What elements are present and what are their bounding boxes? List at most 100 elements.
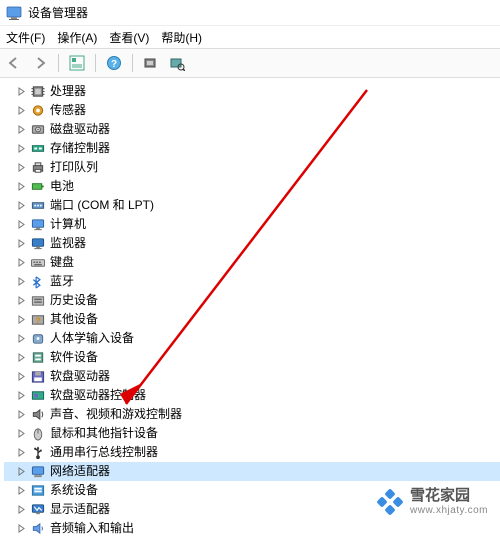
expander-icon[interactable] bbox=[14, 332, 28, 346]
tree-item-software[interactable]: 软件设备 bbox=[4, 348, 500, 367]
floppy-ctrl-icon bbox=[30, 388, 46, 403]
menu-help[interactable]: 帮助(H) bbox=[161, 29, 202, 46]
toolbar: ? bbox=[0, 48, 500, 78]
tree-item-label: 人体学输入设备 bbox=[50, 329, 134, 348]
tree-item-cpu[interactable]: 处理器 bbox=[4, 82, 500, 101]
expander-icon[interactable] bbox=[14, 104, 28, 118]
tree-item-mouse[interactable]: 鼠标和其他指针设备 bbox=[4, 424, 500, 443]
menu-view[interactable]: 查看(V) bbox=[109, 29, 149, 46]
device-manager-icon bbox=[6, 5, 22, 21]
tree-item-floppy-ctrl[interactable]: 软盘驱动器控制器 bbox=[4, 386, 500, 405]
window-title: 设备管理器 bbox=[28, 4, 88, 21]
expander-icon[interactable] bbox=[14, 218, 28, 232]
expander-icon[interactable] bbox=[14, 522, 28, 536]
expander-icon[interactable] bbox=[14, 180, 28, 194]
toolbar-separator bbox=[95, 54, 96, 72]
tree-item-label: 计算机 bbox=[50, 215, 86, 234]
tree-item-label: 软盘驱动器控制器 bbox=[50, 386, 146, 405]
tree-item-sensor[interactable]: 传感器 bbox=[4, 101, 500, 120]
tree-item-keyboard[interactable]: 键盘 bbox=[4, 253, 500, 272]
tree-item-disk[interactable]: 磁盘驱动器 bbox=[4, 120, 500, 139]
expander-icon[interactable] bbox=[14, 427, 28, 441]
tree-item-computer[interactable]: 计算机 bbox=[4, 215, 500, 234]
tree-item-label: 处理器 bbox=[50, 82, 86, 101]
computer-icon bbox=[30, 217, 46, 232]
sensor-icon bbox=[30, 103, 46, 118]
tree-item-history[interactable]: 历史设备 bbox=[4, 291, 500, 310]
tree-item-network[interactable]: 网络适配器 bbox=[4, 462, 500, 481]
tree-item-label: 传感器 bbox=[50, 101, 86, 120]
tree-item-label: 显示适配器 bbox=[50, 500, 110, 519]
tree-item-bluetooth[interactable]: 蓝牙 bbox=[4, 272, 500, 291]
expander-icon[interactable] bbox=[14, 351, 28, 365]
tree-item-printer[interactable]: 打印队列 bbox=[4, 158, 500, 177]
expander-icon[interactable] bbox=[14, 465, 28, 479]
hid-icon bbox=[30, 331, 46, 346]
tree-item-label: 鼠标和其他指针设备 bbox=[50, 424, 158, 443]
tree-item-label: 通用串行总线控制器 bbox=[50, 443, 158, 462]
expander-icon[interactable] bbox=[14, 313, 28, 327]
printer-icon bbox=[30, 160, 46, 175]
tree-item-label: 蓝牙 bbox=[50, 272, 74, 291]
nav-forward-button[interactable] bbox=[30, 53, 50, 73]
help-button[interactable]: ? bbox=[104, 53, 124, 73]
expander-icon[interactable] bbox=[14, 370, 28, 384]
monitor-icon bbox=[30, 236, 46, 251]
tree-item-battery[interactable]: 电池 bbox=[4, 177, 500, 196]
audio-io-icon bbox=[30, 521, 46, 536]
properties-button[interactable] bbox=[167, 53, 187, 73]
storage-ctrl-icon bbox=[30, 141, 46, 156]
expander-icon[interactable] bbox=[14, 123, 28, 137]
tree-item-usb[interactable]: 通用串行总线控制器 bbox=[4, 443, 500, 462]
tree-item-label: 电池 bbox=[50, 177, 74, 196]
tree-item-audio[interactable]: 声音、视频和游戏控制器 bbox=[4, 405, 500, 424]
svg-text:?: ? bbox=[111, 59, 117, 70]
disk-icon bbox=[30, 122, 46, 137]
expander-icon[interactable] bbox=[14, 484, 28, 498]
battery-icon bbox=[30, 179, 46, 194]
expander-icon[interactable] bbox=[14, 161, 28, 175]
expander-icon[interactable] bbox=[14, 275, 28, 289]
toolbar-separator bbox=[132, 54, 133, 72]
show-hide-tree-button[interactable] bbox=[67, 53, 87, 73]
expander-icon[interactable] bbox=[14, 85, 28, 99]
tree-item-label: 软盘驱动器 bbox=[50, 367, 110, 386]
expander-icon[interactable] bbox=[14, 389, 28, 403]
scan-hardware-button[interactable] bbox=[141, 53, 161, 73]
network-icon bbox=[30, 464, 46, 479]
history-icon bbox=[30, 293, 46, 308]
tree-item-label: 历史设备 bbox=[50, 291, 98, 310]
software-icon bbox=[30, 350, 46, 365]
device-tree[interactable]: 处理器传感器磁盘驱动器存储控制器打印队列电池端口 (COM 和 LPT)计算机监… bbox=[0, 78, 500, 542]
watermark: 雪花家园 www.xhjaty.com bbox=[376, 488, 488, 516]
tree-item-floppy[interactable]: 软盘驱动器 bbox=[4, 367, 500, 386]
expander-icon[interactable] bbox=[14, 142, 28, 156]
tree-item-monitor[interactable]: 监视器 bbox=[4, 234, 500, 253]
expander-icon[interactable] bbox=[14, 199, 28, 213]
tree-item-label: 磁盘驱动器 bbox=[50, 120, 110, 139]
expander-icon[interactable] bbox=[14, 256, 28, 270]
mouse-icon bbox=[30, 426, 46, 441]
menu-action[interactable]: 操作(A) bbox=[57, 29, 97, 46]
expander-icon[interactable] bbox=[14, 446, 28, 460]
menu-file[interactable]: 文件(F) bbox=[6, 29, 45, 46]
tree-item-port[interactable]: 端口 (COM 和 LPT) bbox=[4, 196, 500, 215]
tree-item-label: 系统设备 bbox=[50, 481, 98, 500]
expander-icon[interactable] bbox=[14, 408, 28, 422]
expander-icon[interactable] bbox=[14, 237, 28, 251]
tree-item-other[interactable]: ?其他设备 bbox=[4, 310, 500, 329]
tree-item-label: 存储控制器 bbox=[50, 139, 110, 158]
tree-item-hid[interactable]: 人体学输入设备 bbox=[4, 329, 500, 348]
keyboard-icon bbox=[30, 255, 46, 270]
tree-item-label: 软件设备 bbox=[50, 348, 98, 367]
floppy-icon bbox=[30, 369, 46, 384]
tree-item-label: 打印队列 bbox=[50, 158, 98, 177]
display-icon bbox=[30, 502, 46, 517]
system-icon bbox=[30, 483, 46, 498]
tree-item-storage-ctrl[interactable]: 存储控制器 bbox=[4, 139, 500, 158]
svg-text:?: ? bbox=[35, 315, 40, 325]
nav-back-button[interactable] bbox=[4, 53, 24, 73]
expander-icon[interactable] bbox=[14, 294, 28, 308]
toolbar-separator bbox=[58, 54, 59, 72]
expander-icon[interactable] bbox=[14, 503, 28, 517]
